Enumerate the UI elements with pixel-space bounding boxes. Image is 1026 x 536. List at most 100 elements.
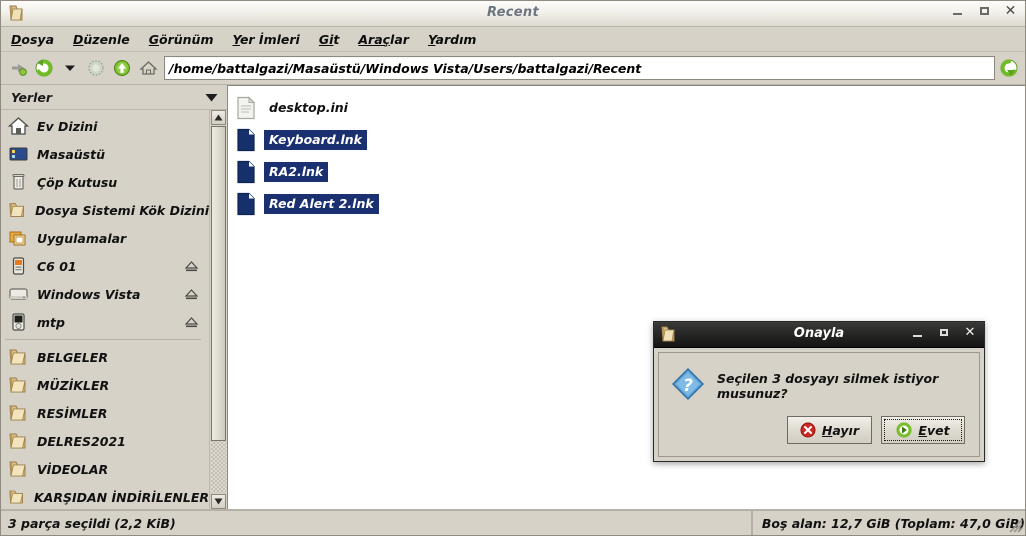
sidebar-item-label: C6 01: [37, 258, 77, 274]
toolbar: /home/battalgazi/Masaüstü/Windows Vista/…: [1, 52, 1025, 85]
eject-icon[interactable]: [184, 316, 199, 331]
chevron-down-icon: [65, 65, 75, 71]
menu-araclar[interactable]: Araçlar: [358, 32, 409, 47]
file-manager-window: Recent ✕ Dosya Düzenle Görünüm Yer İmler…: [0, 0, 1026, 536]
list-item[interactable]: Keyboard.lnk: [236, 124, 1025, 156]
sidebar-item-muzikler[interactable]: MÜZİKLER: [1, 371, 209, 399]
reload-button[interactable]: [83, 55, 109, 81]
close-icon[interactable]: ✕: [1004, 4, 1017, 18]
menu-araclar-mnemonic: Araç: [358, 31, 391, 47]
minimize-icon[interactable]: [912, 327, 924, 339]
sidebar-item-label: Uygulamalar: [37, 230, 127, 246]
menu-yardim-mnemonic: Y: [427, 31, 436, 47]
list-item[interactable]: RA2.lnk: [236, 156, 1025, 188]
home-icon: [8, 117, 29, 135]
list-item[interactable]: desktop.ini: [236, 92, 1025, 124]
menu-git-mnemonic: Gi: [318, 31, 334, 47]
no-button[interactable]: Hayır: [786, 416, 872, 444]
yes-button[interactable]: Evet: [881, 416, 965, 444]
menu-duzenle[interactable]: Düzenle: [73, 32, 130, 47]
folder-icon: [9, 490, 23, 504]
sidebar-item-label: Ev Dizini: [37, 118, 98, 134]
eject-icon[interactable]: [184, 260, 199, 275]
dialog-titlebar[interactable]: Onayla ✕: [654, 322, 984, 348]
sidebar-item-belgeler[interactable]: BELGELER: [1, 343, 209, 371]
scroll-up-button[interactable]: [211, 110, 226, 125]
shortcut-file-icon: [237, 128, 255, 152]
sidebar-item-masaustu[interactable]: Masaüstü: [1, 140, 209, 168]
menu-duzenle-rest: üzenle: [83, 31, 130, 47]
sidebar-item-label: Dosya Sistemi Kök Dizini: [35, 202, 209, 218]
sidebar-item-videolar[interactable]: VİDEOLAR: [1, 455, 209, 483]
file-name: desktop.ini: [269, 100, 348, 115]
selection-status-text: 3 parça seçildi (2,2 KiB): [8, 515, 176, 531]
sidebar-item-karsidan-indirilenler[interactable]: KARŞIDAN İNDİRİLENLER: [1, 483, 209, 509]
menu-araclar-rest: lar: [390, 31, 409, 47]
menu-gorunum[interactable]: Görünüm: [149, 32, 214, 47]
sidebar-divider: [5, 339, 201, 340]
sidebar-scrollbar[interactable]: [209, 110, 227, 509]
path-input[interactable]: /home/battalgazi/Masaüstü/Windows Vista/…: [164, 56, 995, 80]
menu-git-rest: t: [333, 31, 340, 47]
sidebar-item-label: VİDEOLAR: [37, 461, 109, 477]
sidebar-item-cop-kutusu[interactable]: Çöp Kutusu: [1, 168, 209, 196]
sidebar-item-label: mtp: [37, 314, 65, 330]
close-icon[interactable]: ✕: [964, 326, 976, 339]
sidebar-item-resimler[interactable]: RESİMLER: [1, 399, 209, 427]
places-header[interactable]: Yerler: [1, 85, 227, 109]
dialog-message: Seçilen 3 dosyayı silmek istiyor musunuz…: [717, 370, 939, 401]
up-button[interactable]: [109, 55, 135, 81]
menu-gorunum-rest: örünüm: [159, 31, 214, 47]
eject-icon[interactable]: [184, 288, 199, 303]
sidebar-item-c6-01[interactable]: C6 01: [1, 252, 209, 280]
svg-text:?: ?: [683, 376, 693, 396]
menu-yer-imleri[interactable]: Yer İmleri: [232, 32, 299, 47]
confirm-dialog: Onayla ✕ ? Seçilen 3 dosyayı silmek isti…: [653, 321, 985, 462]
menu-yardim[interactable]: Yardım: [428, 32, 476, 47]
scroll-down-button[interactable]: [211, 494, 226, 509]
folder-icon: [9, 203, 24, 217]
maximize-icon[interactable]: [978, 5, 991, 18]
sidebar-item-label: BELGELER: [37, 349, 108, 365]
scrollbar-thumb[interactable]: [211, 126, 226, 441]
sidebar-item-dosya-sistemi-kok-dizini[interactable]: Dosya Sistemi Kök Dizini: [1, 196, 209, 224]
up-icon: [114, 60, 130, 76]
no-button-mnemonic: H: [821, 422, 833, 438]
maximize-icon[interactable]: [938, 327, 950, 339]
menu-yer-imleri-rest: er İmleri: [239, 31, 300, 47]
menu-git[interactable]: Git: [319, 32, 340, 47]
home-icon: [138, 61, 158, 75]
no-button-rest: ayır: [832, 422, 859, 438]
resize-grip[interactable]: [1009, 519, 1023, 533]
home-button[interactable]: [135, 55, 161, 81]
sidebar-item-delres2021[interactable]: DELRES2021: [1, 427, 209, 455]
history-dropdown-button[interactable]: [57, 55, 83, 81]
no-button-label: Hayır: [822, 423, 859, 438]
yes-button-rest: vet: [926, 422, 950, 438]
chevron-down-icon[interactable]: [205, 93, 218, 102]
window-title: Recent: [487, 5, 539, 20]
menu-duzenle-mnemonic: D: [73, 31, 84, 47]
back-button[interactable]: [31, 55, 57, 81]
sidebar-item-uygulamalar[interactable]: Uygulamalar: [1, 224, 209, 252]
menu-dosya-mnemonic: D: [11, 31, 22, 47]
ok-arrow-icon: [896, 422, 912, 438]
path-text: /home/battalgazi/Masaüstü/Windows Vista/…: [169, 60, 642, 76]
dialog-body: ? Seçilen 3 dosyayı silmek istiyor musun…: [658, 352, 980, 457]
sidebar-item-mtp[interactable]: mtp: [1, 308, 209, 336]
reload-icon: [88, 60, 104, 76]
forward-button[interactable]: [5, 55, 31, 81]
sidebar-item-windows-vista[interactable]: Windows Vista: [1, 280, 209, 308]
media-player-icon: [12, 313, 25, 331]
go-button[interactable]: [997, 55, 1021, 81]
file-name: Red Alert 2.lnk: [264, 194, 379, 214]
trash-icon: [12, 174, 25, 190]
sidebar-item-ev-dizini[interactable]: Ev Dizini: [1, 112, 209, 140]
menu-dosya[interactable]: Dosya: [11, 32, 54, 47]
menu-yer-imleri-mnemonic: Y: [232, 31, 240, 47]
window-titlebar[interactable]: Recent ✕: [1, 1, 1025, 27]
minimize-icon[interactable]: [952, 5, 965, 18]
free-space-text: Boş alan: 12,7 GiB (Toplam: 47,0 GiB): [761, 515, 1025, 531]
forward-icon: [12, 64, 27, 76]
list-item[interactable]: Red Alert 2.lnk: [236, 188, 1025, 220]
